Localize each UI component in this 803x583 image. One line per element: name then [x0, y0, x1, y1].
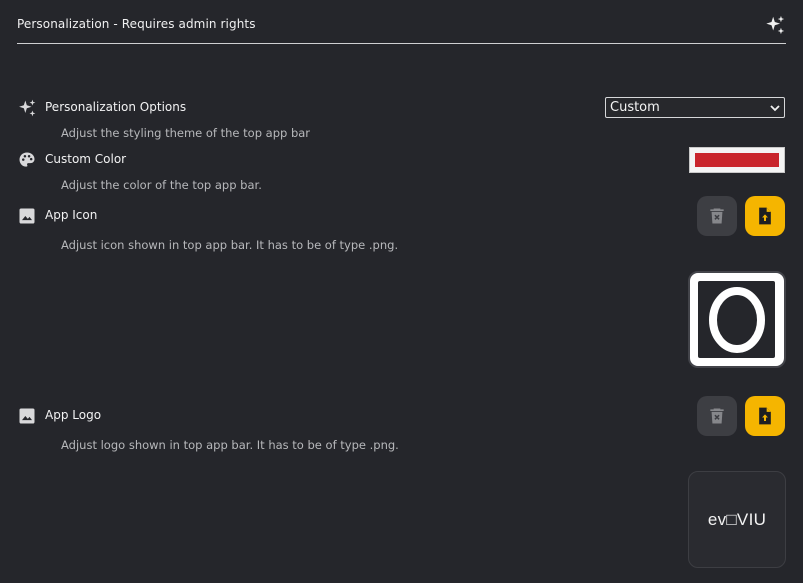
delete-app-icon-button[interactable] [697, 196, 737, 236]
app-icon-preview [688, 271, 786, 368]
personalization-options-title: Personalization Options [45, 100, 187, 114]
upload-file-icon [759, 207, 771, 225]
personalization-options-description: Adjust the styling theme of the top app … [61, 126, 311, 140]
color-picker[interactable] [689, 147, 785, 173]
delete-file-icon [710, 208, 724, 224]
sparkles-icon [19, 99, 36, 117]
theme-select[interactable]: Custom [605, 97, 785, 118]
sparkles-icon [766, 15, 785, 35]
section-title: Personalization - Requires admin rights [17, 17, 256, 31]
chevron-down-icon [770, 105, 780, 112]
app-logo-description: Adjust logo shown in top app bar. It has… [61, 438, 399, 452]
app-logo-image-text: ev□VIU [707, 510, 767, 529]
custom-color-title: Custom Color [45, 152, 127, 166]
upload-app-icon-button[interactable] [745, 196, 785, 236]
app-icon-title: App Icon [45, 208, 98, 222]
delete-app-logo-button[interactable] [697, 396, 737, 436]
app-icon-description: Adjust icon shown in top app bar. It has… [61, 238, 399, 252]
delete-file-icon [710, 408, 724, 424]
custom-color-description: Adjust the color of the top app bar. [61, 178, 262, 192]
app-icon-image [709, 287, 765, 353]
app-logo-title: App Logo [45, 408, 102, 422]
image-icon [19, 208, 35, 224]
app-logo-preview: ev□VIU [688, 471, 786, 568]
section-header: Personalization - Requires admin rights [17, 0, 786, 44]
theme-select-value: Custom [610, 100, 660, 115]
palette-icon [19, 152, 35, 167]
color-picker-swatch [695, 153, 779, 167]
image-icon [19, 408, 35, 424]
upload-file-icon [759, 407, 771, 425]
upload-app-logo-button[interactable] [745, 396, 785, 436]
